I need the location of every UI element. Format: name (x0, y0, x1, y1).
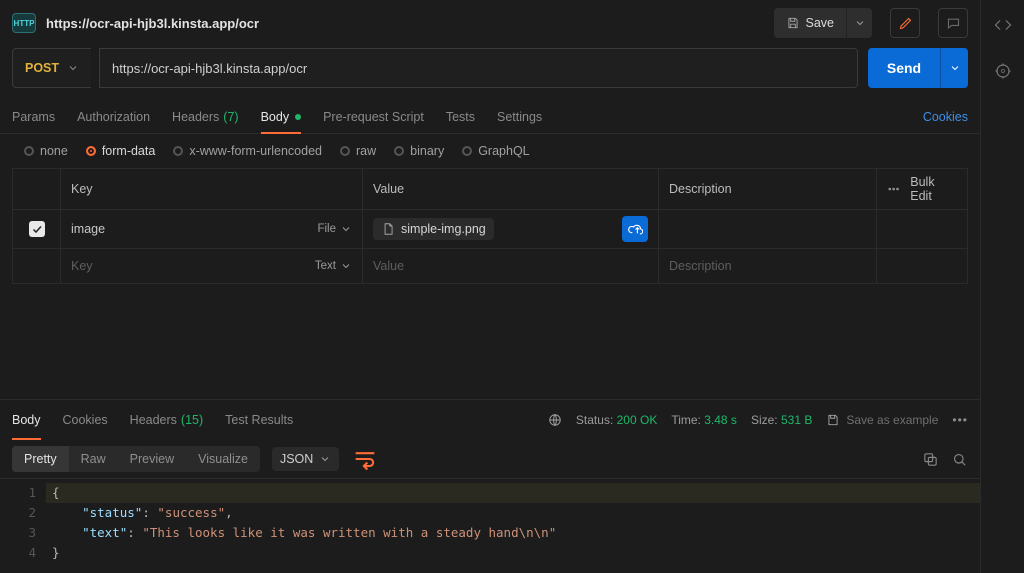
upload-cloud-icon (628, 222, 643, 237)
file-chip[interactable]: simple-img.png (373, 218, 494, 240)
body-mode-none[interactable]: none (24, 144, 68, 158)
col-header-key: Key (61, 169, 363, 209)
tab-params[interactable]: Params (12, 100, 55, 133)
body-mode-xform[interactable]: x-www-form-urlencoded (173, 144, 322, 158)
save-button[interactable]: Save (774, 8, 847, 38)
resp-tab-headers[interactable]: Headers (15) (130, 400, 203, 440)
size-label: Size: (751, 413, 778, 427)
save-as-example-button[interactable]: Save as example (826, 413, 938, 427)
send-dropdown-button[interactable] (940, 48, 968, 88)
save-icon (826, 413, 840, 427)
view-mode-segment: Pretty Raw Preview Visualize (12, 446, 260, 472)
table-row: image File simple-img.png (13, 210, 967, 249)
body-mode-graphql[interactable]: GraphQL (462, 144, 529, 158)
key-type-select[interactable]: Text (315, 260, 352, 272)
pencil-icon (898, 16, 913, 31)
time-value: 3.48 s (704, 413, 737, 427)
search-icon[interactable] (951, 451, 968, 468)
edit-button[interactable] (890, 8, 920, 38)
file-icon (381, 222, 395, 236)
check-icon (31, 223, 43, 235)
comment-icon (946, 16, 961, 31)
send-button[interactable]: Send (868, 48, 940, 88)
row-enable-checkbox[interactable] (29, 221, 45, 237)
method-select[interactable]: POST (12, 48, 91, 88)
formdata-table: Key Value Description Bulk Edit image Fi… (12, 168, 968, 284)
body-mode-raw[interactable]: raw (340, 144, 376, 158)
key-type-select[interactable]: File (317, 223, 352, 235)
more-icon[interactable] (887, 182, 900, 196)
time-label: Time: (671, 413, 701, 427)
save-dropdown-button[interactable] (846, 8, 872, 38)
col-header-description: Description (659, 169, 877, 209)
size-value: 531 B (781, 413, 812, 427)
body-mode-binary[interactable]: binary (394, 144, 444, 158)
resp-headers-count: (15) (181, 413, 203, 427)
resp-tab-tests[interactable]: Test Results (225, 400, 293, 440)
response-body: 1234 { "status": "success", "text": "Thi… (0, 479, 980, 573)
resp-tab-cookies[interactable]: Cookies (63, 400, 108, 440)
desc-input[interactable]: Description (669, 259, 732, 273)
url-input[interactable] (99, 48, 858, 88)
body-mode-formdata[interactable]: form-data (86, 144, 156, 158)
chevron-down-icon (67, 62, 79, 74)
wrap-lines-button[interactable] (351, 446, 379, 472)
headers-count: (7) (223, 110, 238, 124)
cookies-link[interactable]: Cookies (923, 110, 968, 124)
wrap-icon (351, 445, 379, 473)
status-value: 200 OK (617, 413, 658, 427)
bulk-edit-link[interactable]: Bulk Edit (910, 175, 957, 203)
chevron-down-icon (340, 223, 352, 235)
table-row-new: Key Text Value Description (13, 249, 967, 283)
key-input[interactable]: Key (71, 259, 93, 273)
tab-headers[interactable]: Headers (7) (172, 100, 239, 133)
chevron-down-icon (319, 453, 331, 465)
format-select[interactable]: JSON (272, 447, 339, 471)
col-header-value: Value (363, 169, 659, 209)
resp-tab-body[interactable]: Body (12, 400, 41, 440)
tab-body[interactable]: Body (261, 100, 302, 133)
reupload-button[interactable] (622, 216, 648, 242)
http-method-icon: HTTP (12, 13, 36, 33)
view-preview[interactable]: Preview (118, 446, 186, 472)
chevron-down-icon (949, 62, 961, 74)
request-title: https://ocr-api-hjb3l.kinsta.app/ocr (46, 16, 764, 31)
copy-icon[interactable] (922, 451, 939, 468)
tab-prerequest[interactable]: Pre-request Script (323, 100, 424, 133)
view-pretty[interactable]: Pretty (12, 446, 69, 472)
dirty-dot-icon (295, 114, 301, 120)
method-value: POST (25, 61, 59, 75)
info-icon[interactable] (994, 62, 1012, 80)
tab-tests[interactable]: Tests (446, 100, 475, 133)
desc-cell[interactable] (659, 210, 877, 248)
tab-settings[interactable]: Settings (497, 100, 542, 133)
key-cell[interactable]: image (71, 222, 105, 236)
code-icon[interactable] (994, 16, 1012, 34)
status-label: Status: (576, 413, 613, 427)
view-visualize[interactable]: Visualize (186, 446, 260, 472)
chevron-down-icon (340, 260, 352, 272)
value-input[interactable]: Value (373, 259, 404, 273)
chevron-down-icon (854, 17, 866, 29)
tab-authorization[interactable]: Authorization (77, 100, 150, 133)
view-raw[interactable]: Raw (69, 446, 118, 472)
comment-button[interactable] (938, 8, 968, 38)
save-icon (786, 16, 800, 30)
more-menu-button[interactable]: ••• (952, 413, 968, 427)
globe-icon[interactable] (548, 413, 562, 427)
